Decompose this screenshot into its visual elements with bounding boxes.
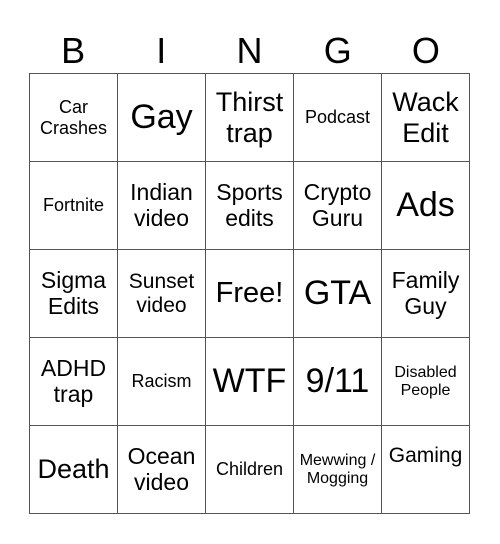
header-letter-b: B [61, 30, 86, 71]
cell-label: ADHD trap [40, 354, 107, 407]
cell-label: Gaming [388, 444, 463, 467]
bingo-cell-r2c3[interactable]: Sports edits [206, 162, 294, 250]
bingo-cell-r3c5[interactable]: Family Guy [382, 250, 470, 338]
bingo-cell-r2c5[interactable]: Ads [382, 162, 470, 250]
bingo-cell-r3c1[interactable]: Sigma Edits [30, 250, 118, 338]
free-space-label: Free! [215, 277, 284, 310]
bingo-cell-r5c2[interactable]: Ocean video [118, 426, 206, 514]
cell-label: Wack Edit [392, 87, 459, 148]
cell-label: Car Crashes [39, 97, 108, 138]
cell-label: 9/11 [305, 362, 370, 401]
cell-label: Gay [130, 98, 193, 137]
cell-label: GTA [303, 274, 372, 313]
cell-label: Ads [396, 186, 455, 225]
bingo-cell-r3c4[interactable]: GTA [294, 250, 382, 338]
cell-label: Racism [131, 371, 192, 392]
header-letter-n: N [236, 30, 263, 71]
bingo-cell-r3c2[interactable]: Sunset video [118, 250, 206, 338]
cell-label: Family Guy [391, 266, 460, 319]
bingo-cell-r1c2[interactable]: Gay [118, 74, 206, 162]
bingo-cell-r1c3[interactable]: Thirst trap [206, 74, 294, 162]
bingo-cell-r2c2[interactable]: Indian video [118, 162, 206, 250]
cell-label: Death [37, 454, 110, 485]
bingo-cell-r5c3[interactable]: Children [206, 426, 294, 514]
bingo-grid: Car Crashes Gay Thirst trap Podcast Wack… [29, 73, 470, 514]
bingo-cell-r4c2[interactable]: Racism [118, 338, 206, 426]
header-letter-g: G [323, 30, 352, 71]
bingo-cell-r4c1[interactable]: ADHD trap [30, 338, 118, 426]
header-letter-i: I [156, 30, 167, 71]
cell-label: Thirst trap [215, 87, 284, 148]
bingo-cell-r4c4[interactable]: 9/11 [294, 338, 382, 426]
bingo-cell-r4c3[interactable]: WTF [206, 338, 294, 426]
cell-label: Sigma Edits [40, 266, 107, 319]
cell-label: Indian video [130, 178, 193, 231]
cell-label: Mewwing / Mogging [299, 451, 376, 487]
cell-label: Sports edits [216, 178, 283, 231]
cell-label: Disabled People [394, 363, 457, 399]
bingo-cell-r1c4[interactable]: Podcast [294, 74, 382, 162]
cell-label: Podcast [304, 107, 371, 128]
bingo-header: B I N G O [29, 28, 470, 73]
free-space-cell[interactable]: Free! [206, 250, 294, 338]
cell-label: Sunset video [128, 269, 195, 317]
bingo-cell-r1c5[interactable]: Wack Edit [382, 74, 470, 162]
bingo-cell-r4c5[interactable]: Disabled People [382, 338, 470, 426]
bingo-cell-r2c1[interactable]: Fortnite [30, 162, 118, 250]
cell-label: Children [215, 459, 284, 480]
bingo-cell-r1c1[interactable]: Car Crashes [30, 74, 118, 162]
header-letter-o: O [411, 30, 440, 71]
bingo-cell-r5c4[interactable]: Mewwing / Mogging [294, 426, 382, 514]
cell-label: Crypto Guru [303, 178, 372, 231]
bingo-cell-r5c5[interactable]: Gaming [382, 426, 470, 514]
cell-label: WTF [212, 362, 287, 401]
bingo-cell-r2c4[interactable]: Crypto Guru [294, 162, 382, 250]
bingo-cell-r5c1[interactable]: Death [30, 426, 118, 514]
cell-label: Ocean video [127, 442, 196, 495]
cell-label: Fortnite [42, 195, 105, 216]
